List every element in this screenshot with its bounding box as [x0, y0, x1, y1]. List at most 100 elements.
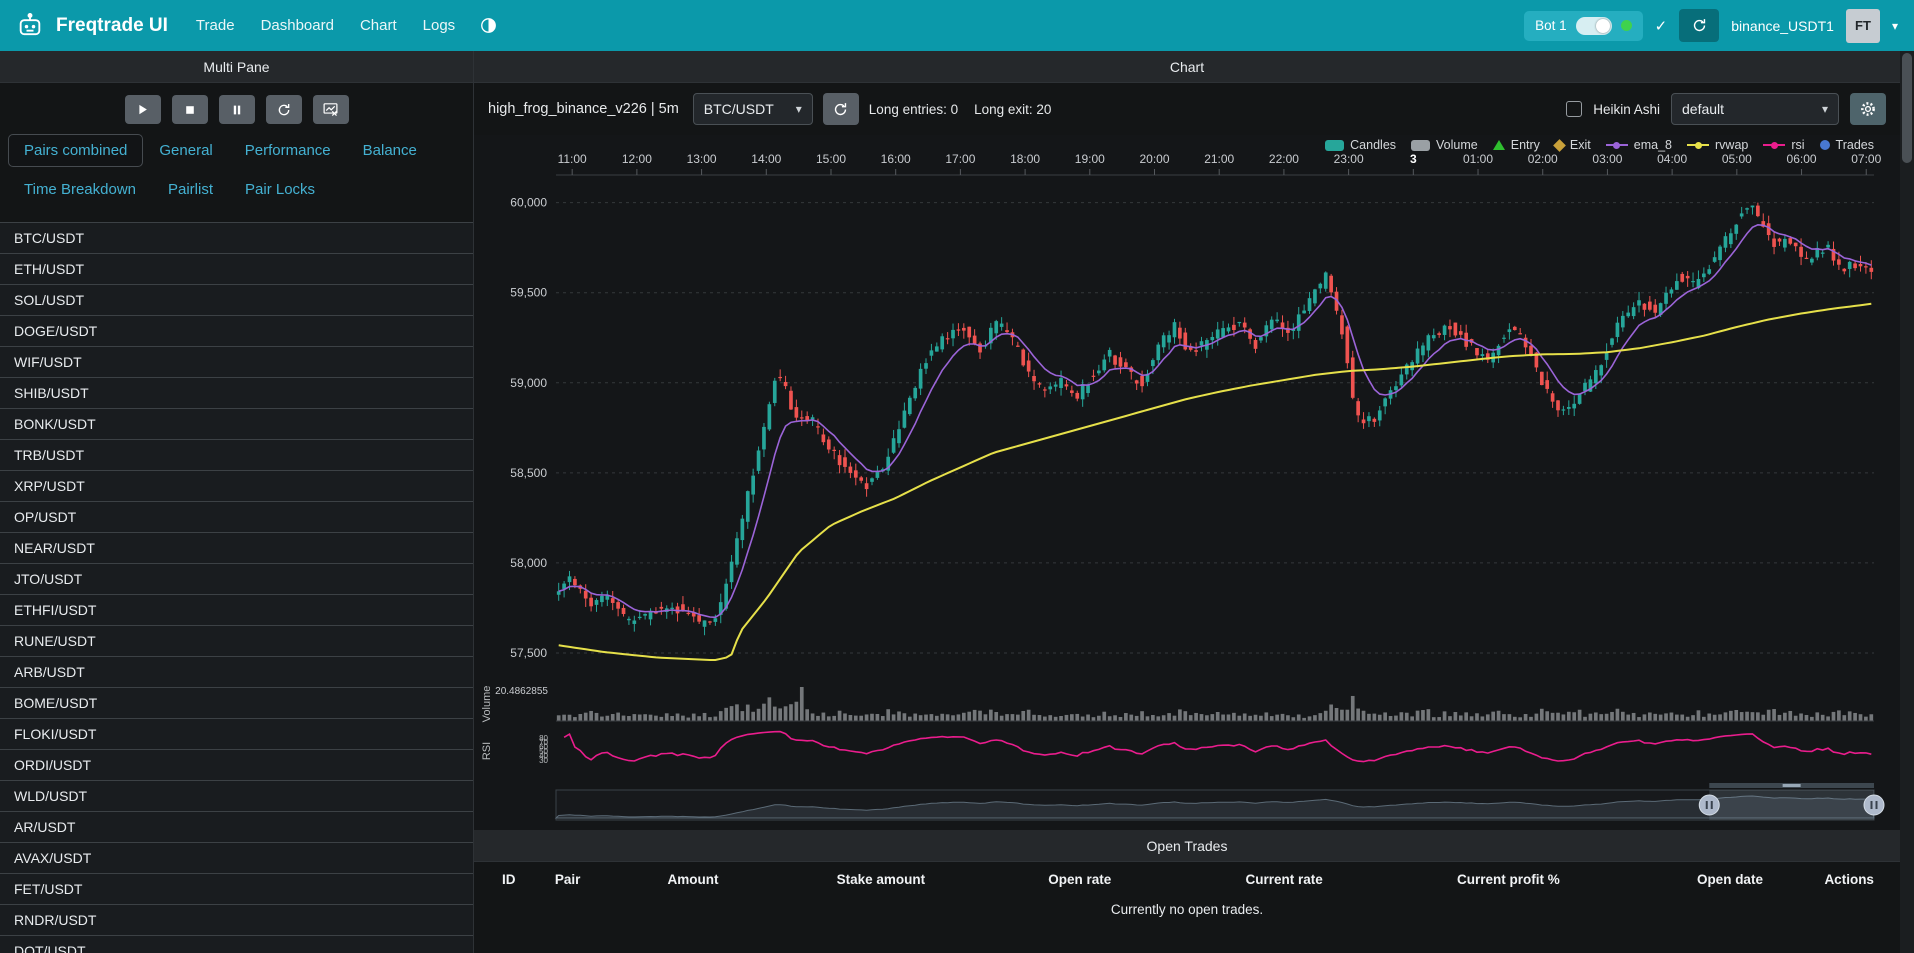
- legend-item-rvwap[interactable]: rvwap: [1687, 138, 1748, 152]
- theme-toggle-icon[interactable]: [479, 16, 498, 35]
- bot-online-dot: [1621, 20, 1632, 31]
- pair-row[interactable]: SOL/USDT: [0, 285, 473, 316]
- plot-config-select[interactable]: default ▾: [1671, 93, 1839, 125]
- pair-row[interactable]: AVAX/USDT: [0, 843, 473, 874]
- pair-row[interactable]: AR/USDT: [0, 812, 473, 843]
- pair-row[interactable]: OP/USDT: [0, 502, 473, 533]
- legend-item-candles[interactable]: Candles: [1325, 138, 1396, 152]
- price-grid: 60,00059,50059,00058,50058,00057,500: [510, 196, 1874, 660]
- pause-button[interactable]: [219, 95, 255, 124]
- pair-row[interactable]: TRB/USDT: [0, 440, 473, 471]
- tab-time-breakdown[interactable]: Time Breakdown: [8, 173, 152, 206]
- nav-item-trade[interactable]: Trade: [196, 17, 235, 34]
- chart-area[interactable]: Candles Volume Entry Exit ema_8 rvwap rsi Trade…: [474, 135, 1900, 830]
- avatar[interactable]: FT: [1846, 9, 1880, 43]
- tab-balance[interactable]: Balance: [347, 134, 433, 167]
- pair-row[interactable]: DOT/USDT: [0, 936, 473, 953]
- svg-text:20:00: 20:00: [1139, 152, 1169, 166]
- legend-item-exit[interactable]: Exit: [1555, 138, 1591, 152]
- chart-legend: Candles Volume Entry Exit ema_8 rvwap rsi Trade…: [1325, 138, 1874, 152]
- chart-refresh-button[interactable]: [823, 93, 859, 125]
- pair-row[interactable]: BOME/USDT: [0, 688, 473, 719]
- pair-row[interactable]: ETHFI/USDT: [0, 595, 473, 626]
- legend-item-trades[interactable]: Trades: [1820, 138, 1874, 152]
- time-axis: 11:0012:0013:0014:0015:0016:0017:0018:00…: [556, 152, 1882, 175]
- svg-text:02:00: 02:00: [1528, 152, 1558, 166]
- svg-text:20.4862855: 20.4862855: [495, 686, 548, 697]
- pair-row[interactable]: ETH/USDT: [0, 254, 473, 285]
- rsi-series: 807060504030RSI: [481, 732, 1871, 765]
- nav-item-logs[interactable]: Logs: [423, 17, 456, 34]
- trades-legend-icon: [1820, 140, 1830, 150]
- bot-name: Bot 1: [1535, 18, 1567, 33]
- chart-panel-header: Chart: [474, 51, 1900, 83]
- svg-text:21:00: 21:00: [1204, 152, 1234, 166]
- tab-pairs-combined[interactable]: Pairs combined: [8, 134, 143, 167]
- column-header: Stake amount: [827, 862, 1039, 895]
- stop-button[interactable]: [172, 95, 208, 124]
- column-header: ID: [474, 862, 545, 895]
- svg-text:07:00: 07:00: [1851, 152, 1881, 166]
- caret-down-icon[interactable]: ▾: [1892, 19, 1898, 33]
- chevron-down-icon: ▾: [796, 102, 802, 116]
- plot-config-value: default: [1682, 101, 1724, 117]
- nav-links: Trade Dashboard Chart Logs: [196, 17, 455, 34]
- svg-text:RSI: RSI: [481, 742, 493, 760]
- pair-row[interactable]: WLD/USDT: [0, 781, 473, 812]
- candlestick-chart[interactable]: 60,00059,50059,00058,50058,00057,50011:0…: [474, 135, 1900, 830]
- datazoom-right-handle[interactable]: [1864, 795, 1884, 815]
- pair-row[interactable]: ARB/USDT: [0, 657, 473, 688]
- pair-row[interactable]: BTC/USDT: [0, 223, 473, 254]
- volume-series: 20.4862855Volume: [481, 686, 1874, 723]
- datazoom-left-handle[interactable]: [1699, 795, 1719, 815]
- column-header: Open rate: [1038, 862, 1235, 895]
- datazoom-slider[interactable]: [556, 783, 1884, 820]
- svg-text:58,000: 58,000: [510, 556, 547, 570]
- column-header: Actions: [1814, 862, 1900, 895]
- legend-item-entry[interactable]: Entry: [1493, 138, 1540, 152]
- play-button[interactable]: [125, 95, 161, 124]
- rvwap-legend-icon: [1687, 144, 1709, 146]
- refresh-button[interactable]: [1679, 9, 1719, 42]
- plot-settings-button[interactable]: [1850, 93, 1886, 125]
- reload-button[interactable]: [266, 95, 302, 124]
- svg-text:23:00: 23:00: [1334, 152, 1364, 166]
- legend-item-rsi[interactable]: rsi: [1763, 138, 1804, 152]
- nav-item-dashboard[interactable]: Dashboard: [261, 17, 334, 34]
- pair-row[interactable]: XRP/USDT: [0, 471, 473, 502]
- pair-row[interactable]: FLOKI/USDT: [0, 719, 473, 750]
- exit-legend-icon: [1553, 139, 1566, 152]
- pair-row[interactable]: RNDR/USDT: [0, 905, 473, 936]
- pair-row[interactable]: SHIB/USDT: [0, 378, 473, 409]
- tab-general[interactable]: General: [143, 134, 228, 167]
- bot-selector[interactable]: Bot 1: [1524, 11, 1643, 41]
- pair-row[interactable]: NEAR/USDT: [0, 533, 473, 564]
- chart-clear-button[interactable]: [313, 95, 349, 124]
- tab-performance[interactable]: Performance: [229, 134, 347, 167]
- pair-row[interactable]: FET/USDT: [0, 874, 473, 905]
- svg-text:57,500: 57,500: [510, 646, 547, 660]
- no-open-trades-text: Currently no open trades.: [474, 895, 1900, 927]
- legend-item-volume[interactable]: Volume: [1411, 138, 1478, 152]
- pair-row[interactable]: JTO/USDT: [0, 564, 473, 595]
- svg-text:18:00: 18:00: [1010, 152, 1040, 166]
- legend-item-ema_8[interactable]: ema_8: [1606, 138, 1672, 152]
- toolbar-right: Heikin Ashi default ▾: [1566, 93, 1886, 125]
- exchange-label: binance_USDT1: [1731, 18, 1834, 34]
- pair-select[interactable]: BTC/USDT ▾: [693, 93, 813, 125]
- pair-row[interactable]: DOGE/USDT: [0, 316, 473, 347]
- tab-pairlist[interactable]: Pairlist: [152, 173, 229, 206]
- scrollbar-thumb[interactable]: [1902, 53, 1912, 163]
- pair-row[interactable]: BONK/USDT: [0, 409, 473, 440]
- pair-row[interactable]: RUNE/USDT: [0, 626, 473, 657]
- nav-item-chart[interactable]: Chart: [360, 17, 397, 34]
- heikin-ashi-checkbox[interactable]: [1566, 101, 1582, 117]
- svg-text:16:00: 16:00: [881, 152, 911, 166]
- svg-text:59,500: 59,500: [510, 286, 547, 300]
- entry-legend-icon: [1493, 140, 1505, 150]
- legend-label: Candles: [1350, 138, 1396, 152]
- bot-toggle[interactable]: [1576, 17, 1612, 35]
- pair-row[interactable]: ORDI/USDT: [0, 750, 473, 781]
- pair-row[interactable]: WIF/USDT: [0, 347, 473, 378]
- tab-pair-locks[interactable]: Pair Locks: [229, 173, 331, 206]
